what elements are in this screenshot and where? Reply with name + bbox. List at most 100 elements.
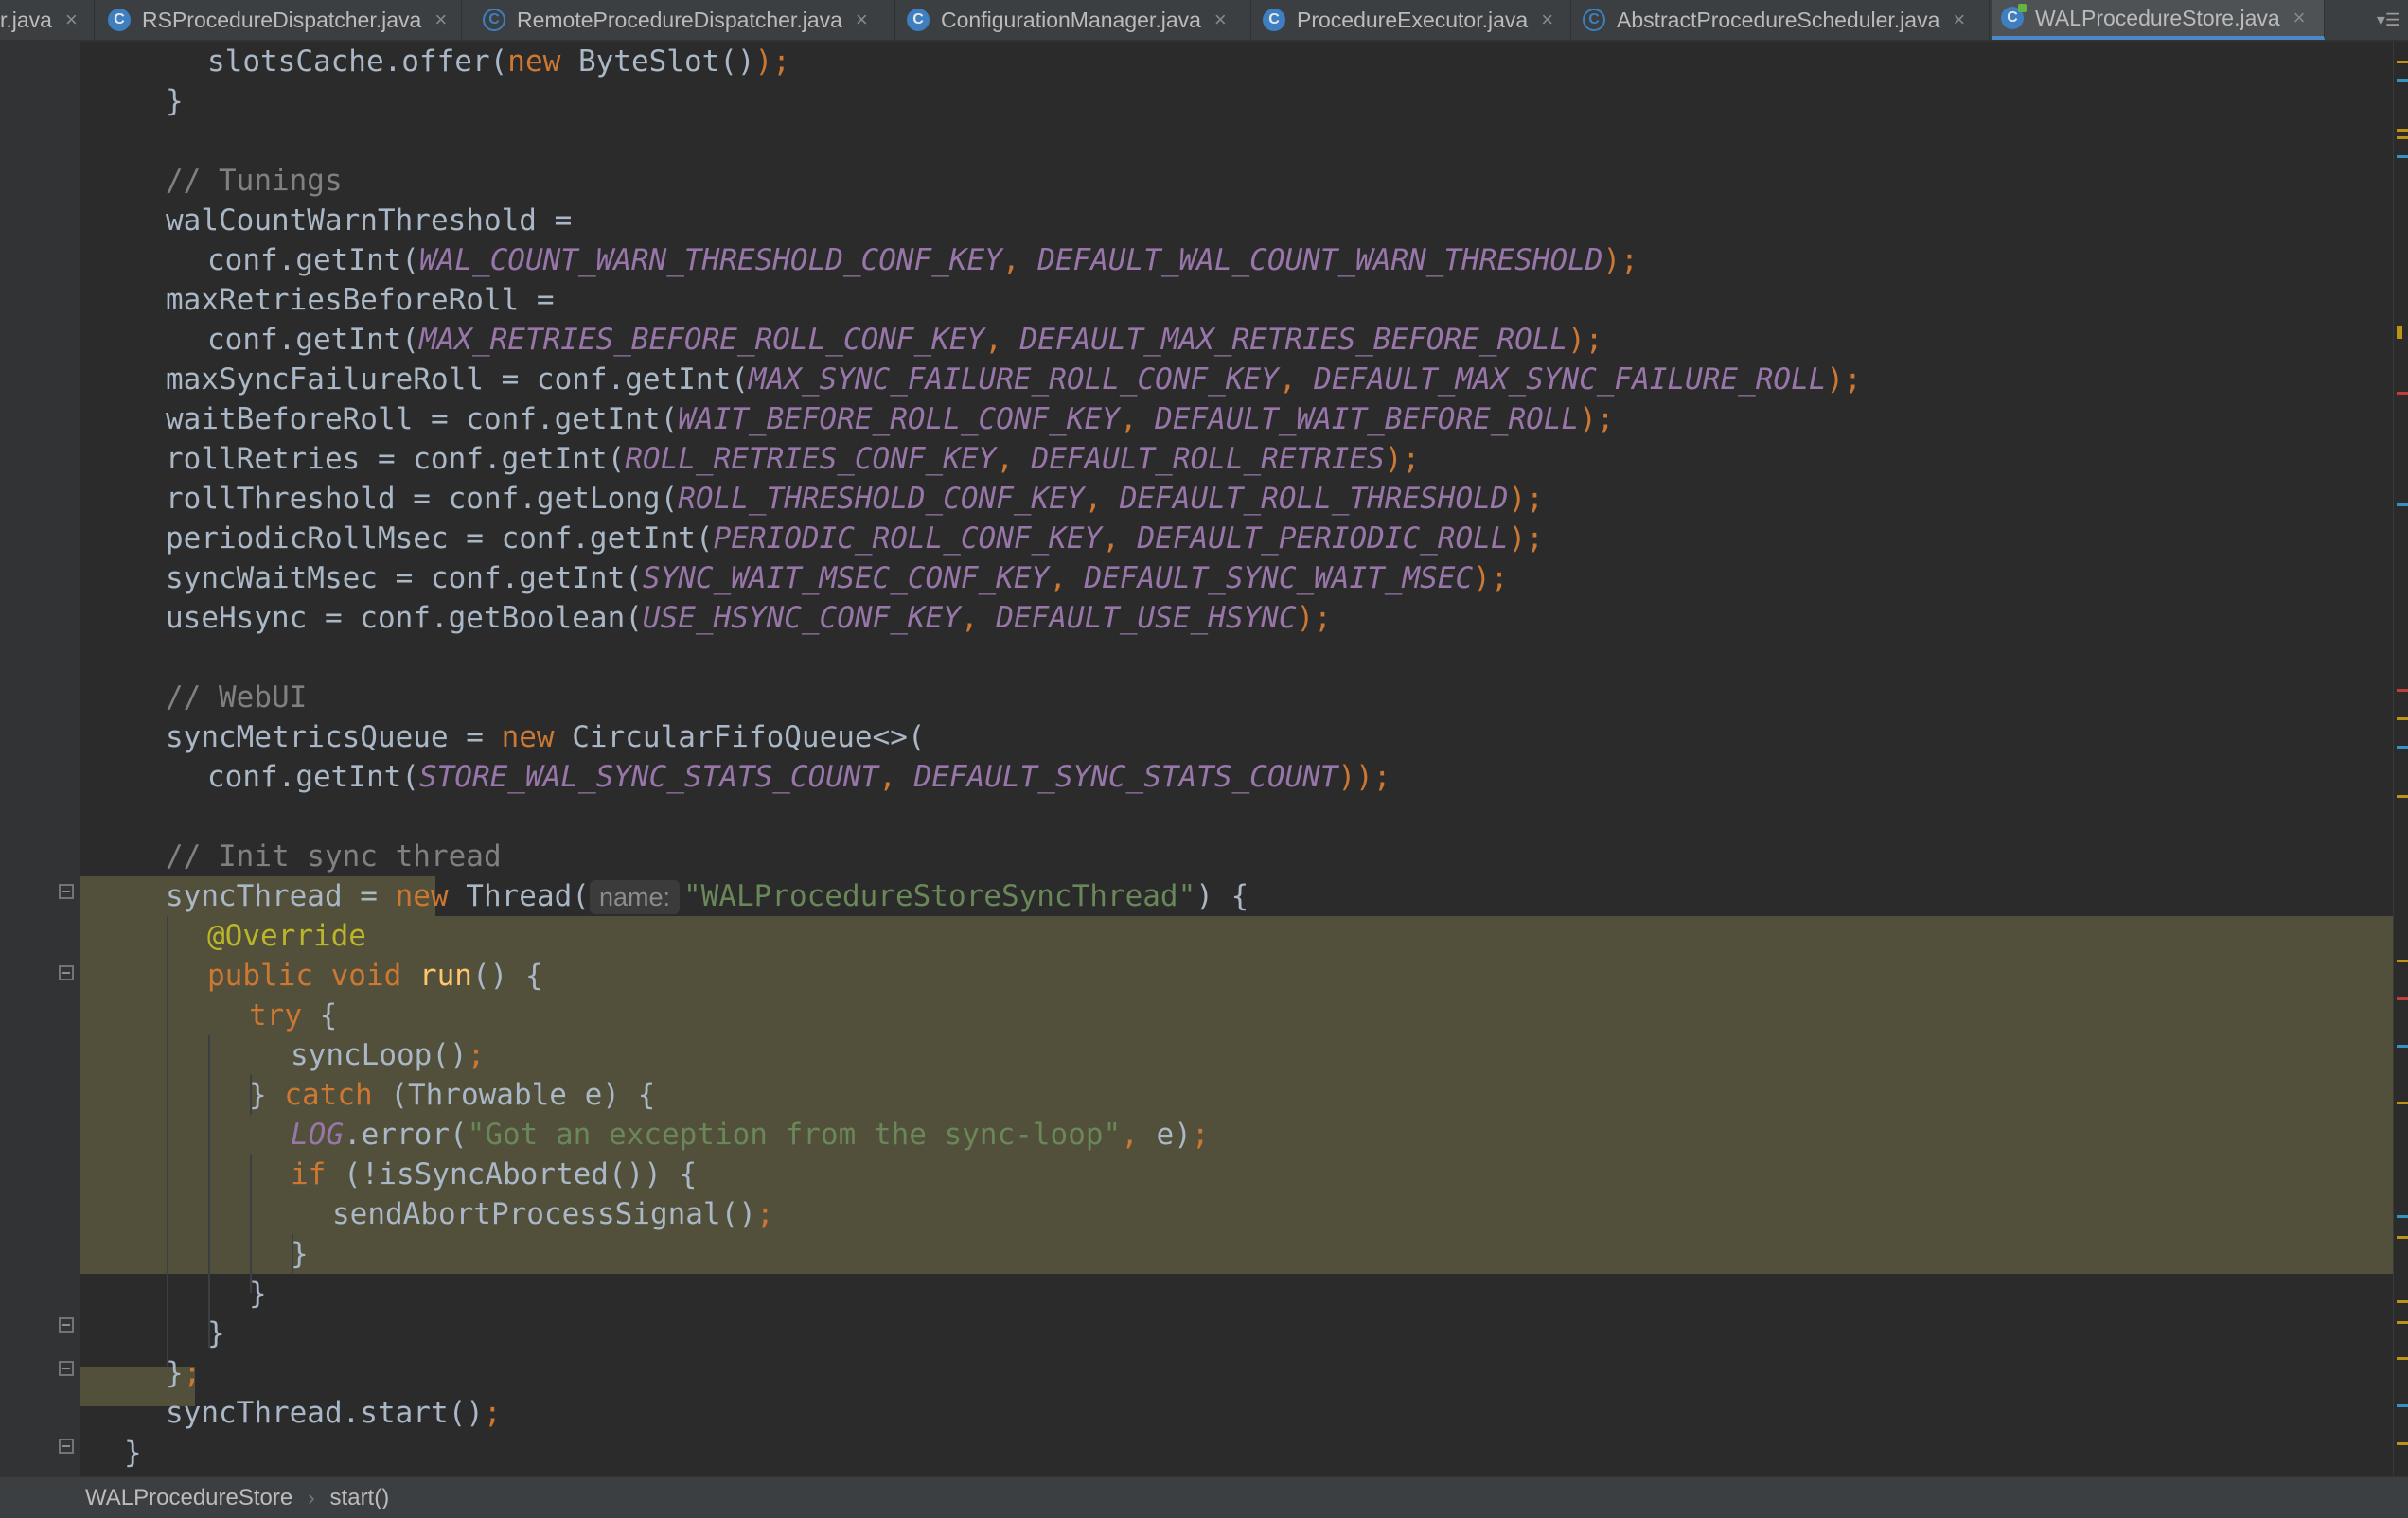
error-marker[interactable] [2397,392,2408,395]
code-line: }; [166,1356,202,1390]
warning-marker[interactable] [2397,129,2408,132]
tab-walprocedurestore[interactable]: C WALProcedureStore.java × [1992,0,2325,40]
error-marker[interactable] [2397,689,2408,692]
code-line: if (!isSyncAborted()) { [291,1157,698,1191]
warning-marker[interactable] [2397,960,2408,962]
info-marker[interactable] [2397,79,2408,82]
tab-rsproceduredispatcher[interactable]: C RSProcedureDispatcher.java × [98,0,462,40]
class-icon: C [108,9,131,31]
fold-toggle-icon[interactable] [59,1361,74,1376]
code-line: } [207,1316,225,1350]
tab-label: AbstractProcedureScheduler.java [1617,7,1940,32]
tab-configurationmanager[interactable]: C ConfigurationManager.java × [897,0,1251,40]
close-icon[interactable]: × [2293,6,2306,30]
warning-marker[interactable] [2397,136,2408,139]
code-line: // Tunings [166,164,343,198]
tab-remoteproceduredispatcher[interactable]: C RemoteProcedureDispatcher.java × [473,0,895,40]
info-marker[interactable] [2397,503,2408,506]
close-icon[interactable]: × [65,8,78,32]
warning-marker[interactable] [2397,1357,2408,1360]
code-line: @Override [207,919,366,953]
class-icon: C [907,9,930,31]
warning-marker[interactable] [2397,717,2408,720]
code-line: maxSyncFailureRoll = conf.getInt(MAX_SYN… [166,362,1862,397]
code-line: try { [249,998,338,1033]
tab-label: ProcedureExecutor.java [1297,7,1529,32]
tab-overflow-menu[interactable]: ▾☰ [2377,0,2400,40]
tab-procedureexecutor[interactable]: C ProcedureExecutor.java × [1253,0,1571,40]
editor-tab-bar: r.java × C RSProcedureDispatcher.java × … [0,0,2408,42]
breadcrumb-method[interactable]: start() [330,1485,390,1511]
close-icon[interactable]: × [856,8,868,32]
code-line: waitBeforeRoll = conf.getInt(WAIT_BEFORE… [166,402,1615,436]
code-line: // Init sync thread [166,839,502,874]
tab-label: r.java [0,7,52,32]
tab-r-java[interactable]: r.java × [0,0,95,40]
tab-label: RSProcedureDispatcher.java [142,7,422,32]
code-line: sendAbortProcessSignal(); [332,1197,774,1231]
warning-marker[interactable] [2397,1102,2408,1104]
fold-toggle-icon[interactable] [59,1439,74,1454]
close-icon[interactable]: × [1541,8,1553,32]
fold-toggle-icon[interactable] [59,884,74,899]
marker-stripe[interactable] [2393,42,2408,1476]
tab-label: WALProcedureStore.java [2035,5,2280,30]
code-line: periodicRollMsec = conf.getInt(PERIODIC_… [166,521,1544,556]
code-line: syncWaitMsec = conf.getInt(SYNC_WAIT_MSE… [166,561,1509,595]
close-icon[interactable]: × [434,8,447,32]
code-line: } catch (Throwable e) { [249,1078,656,1112]
info-marker[interactable] [2397,155,2408,158]
fold-toggle-icon[interactable] [59,1317,74,1333]
warning-marker[interactable] [2397,1442,2408,1445]
info-marker[interactable] [2397,1045,2408,1048]
code-line: walCountWarnThreshold = [166,203,573,238]
breadcrumb: WALProcedureStore › start() [0,1476,2408,1518]
tab-label: RemoteProcedureDispatcher.java [517,7,842,32]
code-line: syncThread.start(); [166,1396,502,1430]
info-marker[interactable] [2397,1404,2408,1407]
code-line: LOG.error("Got an exception from the syn… [291,1118,1210,1152]
code-line: } [124,1436,142,1470]
code-editor[interactable]: slotsCache.offer(new ByteSlot()); } // T… [80,42,2393,1476]
code-line: syncThread = new Thread(name: "WALProcedu… [166,879,1249,914]
code-line: conf.getInt(STORE_WAL_SYNC_STATS_COUNT, … [207,760,1391,794]
indent-guide [250,1155,252,1293]
warning-marker[interactable] [2397,1300,2408,1303]
code-line: slotsCache.offer(new ByteSlot()); [207,44,790,79]
info-marker[interactable] [2397,746,2408,749]
indent-guide [208,1035,210,1348]
editor-gutter [0,42,80,1476]
parameter-hint: name: [589,880,680,914]
code-line: } [166,84,184,118]
code-line: public void run() { [207,959,543,993]
indent-guide [167,916,168,1367]
code-line: } [249,1277,267,1311]
class-icon: C [2001,4,2027,29]
code-line: syncMetricsQueue = new CircularFifoQueue… [166,720,926,754]
tab-label: ConfigurationManager.java [941,7,1201,32]
code-line: } [291,1237,309,1271]
abstract-class-icon: C [1583,9,1605,31]
info-marker[interactable] [2397,1215,2408,1218]
code-line: maxRetriesBeforeRoll = [166,283,555,317]
class-icon: C [1263,9,1285,31]
error-marker[interactable] [2397,997,2408,1000]
abstract-class-icon: C [483,9,505,31]
close-icon[interactable]: × [1953,8,1965,32]
warning-marker[interactable] [2397,326,2402,339]
tab-abstractprocedurescheduler[interactable]: C AbstractProcedureScheduler.java × [1573,0,1990,40]
warning-marker[interactable] [2397,1236,2408,1239]
code-line: rollThreshold = conf.getLong(ROLL_THRESH… [166,482,1544,516]
fold-toggle-icon[interactable] [59,965,74,980]
warning-marker[interactable] [2397,795,2408,798]
code-line: rollRetries = conf.getInt(ROLL_RETRIES_C… [166,442,1421,476]
code-line: useHsync = conf.getBoolean(USE_HSYNC_CON… [166,601,1332,635]
code-line: syncLoop(); [291,1038,486,1072]
close-icon[interactable]: × [1214,8,1227,32]
code-line: // WebUI [166,680,308,715]
breadcrumb-separator: › [308,1485,315,1509]
code-line: conf.getInt(MAX_RETRIES_BEFORE_ROLL_CONF… [207,323,1603,357]
warning-marker[interactable] [2397,61,2408,63]
warning-marker[interactable] [2397,1321,2408,1324]
breadcrumb-class[interactable]: WALProcedureStore [85,1485,292,1511]
